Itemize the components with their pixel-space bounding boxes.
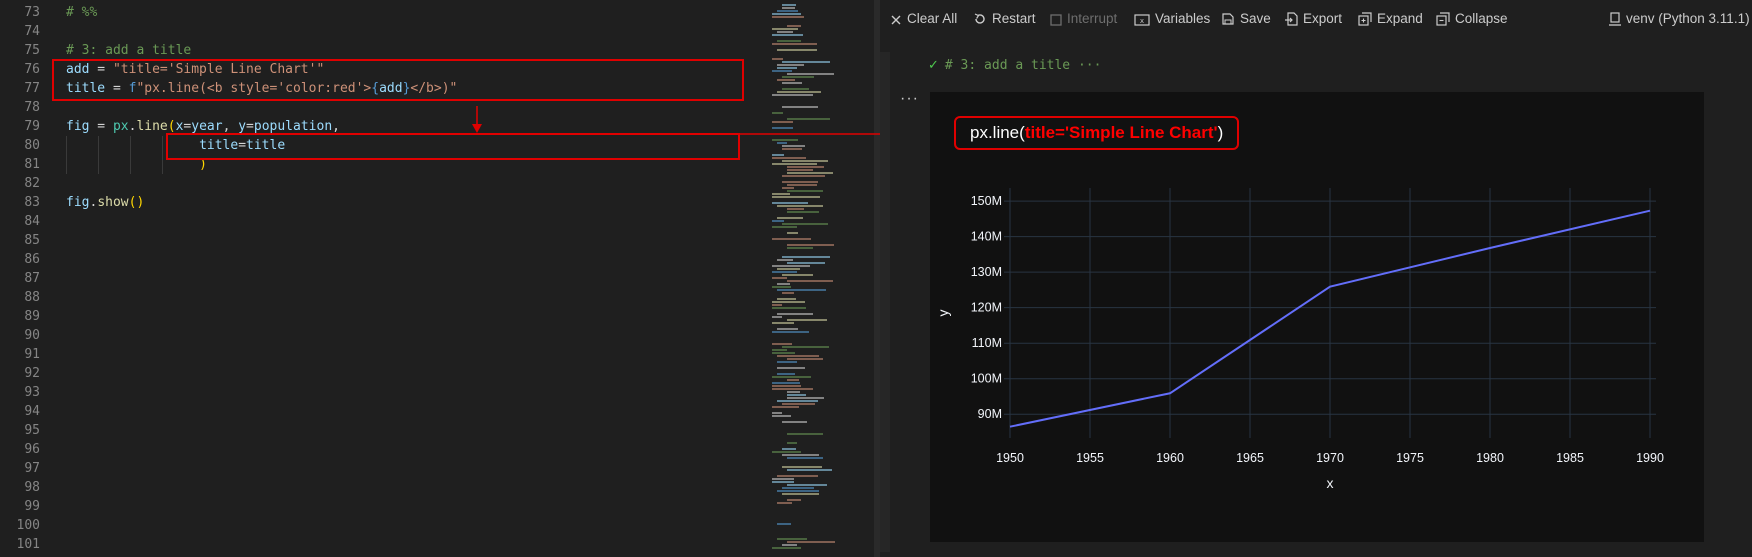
cell-header-text: # 3: add a title ··· <box>944 58 1102 73</box>
x-axis-label: x <box>1327 475 1334 491</box>
clear-all-label: Clear All <box>907 11 958 26</box>
close-icon <box>891 15 901 25</box>
kernel-label: venv (Python 3.11.1) <box>1626 11 1750 26</box>
chart-title-suffix: ) <box>1217 123 1224 142</box>
kernel-icon <box>1609 12 1621 26</box>
x-tick-label: 1950 <box>996 451 1024 465</box>
expand-icon <box>1358 12 1372 26</box>
stop-icon <box>1050 14 1062 26</box>
x-tick-label: 1980 <box>1476 451 1504 465</box>
collapse-button[interactable]: Collapse <box>1436 10 1508 28</box>
export-label: Export <box>1303 11 1343 26</box>
y-tick-label: 100M <box>971 372 1002 386</box>
y-axis-label: y <box>935 310 951 317</box>
expand-button[interactable]: Expand <box>1358 10 1423 28</box>
check-icon: ✓ <box>928 58 939 73</box>
export-icon <box>1285 12 1298 26</box>
y-tick-label: 130M <box>971 265 1002 279</box>
x-tick-label: 1985 <box>1556 451 1584 465</box>
cell-more-button[interactable]: ··· <box>900 90 919 108</box>
save-icon <box>1222 13 1234 25</box>
clear-all-button[interactable]: Clear All <box>890 10 957 28</box>
cell-header[interactable]: ✓ # 3: add a title ··· <box>928 58 1101 73</box>
y-tick-label: 110M <box>972 336 1002 350</box>
chart-title: px.line(title='Simple Line Chart') <box>954 116 1240 150</box>
x-tick-label: 1965 <box>1236 451 1264 465</box>
interrupt-button[interactable]: Interrupt <box>1050 10 1117 28</box>
y-tick-label: 120M <box>971 301 1002 315</box>
expand-label: Expand <box>1377 11 1423 26</box>
x-tick-label: 1970 <box>1316 451 1344 465</box>
variables-icon: x <box>1134 14 1150 26</box>
x-tick-label: 1975 <box>1396 451 1424 465</box>
variables-label: Variables <box>1155 11 1211 26</box>
save-label: Save <box>1240 11 1271 26</box>
y-tick-label: 150M <box>971 194 1002 208</box>
restart-label: Restart <box>992 11 1036 26</box>
interactive-toolbar: Clear All Restart Interrupt x Variables S… <box>880 0 1752 38</box>
line-chart: 1950 1955 1960 1965 1970 1975 1980 1985 1990 90M 1… <box>935 188 1664 491</box>
x-tick-label: 1990 <box>1636 451 1664 465</box>
export-button[interactable]: Export <box>1285 10 1342 28</box>
restart-button[interactable]: Restart <box>973 10 1036 28</box>
cell-gutter <box>880 52 890 552</box>
x-tick-label: 1955 <box>1076 451 1104 465</box>
chart-title-prefix: px.line( <box>970 123 1025 142</box>
x-tick-label: 1960 <box>1156 451 1184 465</box>
collapse-icon <box>1436 12 1450 26</box>
interactive-window: Clear All Restart Interrupt x Variables S… <box>880 0 1752 557</box>
restart-icon <box>974 13 985 24</box>
cell-output: 1950 1955 1960 1965 1970 1975 1980 1985 1990 90M 1… <box>930 92 1704 542</box>
collapse-label: Collapse <box>1455 11 1508 26</box>
y-tick-label: 140M <box>971 230 1002 244</box>
variables-button[interactable]: x Variables <box>1134 10 1210 28</box>
kernel-picker[interactable]: venv (Python 3.11.1) <box>1609 10 1750 28</box>
interrupt-label: Interrupt <box>1067 11 1118 26</box>
y-tick-label: 90M <box>978 407 1002 421</box>
chart-title-bold: title='Simple Line Chart' <box>1024 123 1218 142</box>
save-button[interactable]: Save <box>1221 10 1271 28</box>
svg-text:x: x <box>1140 17 1144 25</box>
